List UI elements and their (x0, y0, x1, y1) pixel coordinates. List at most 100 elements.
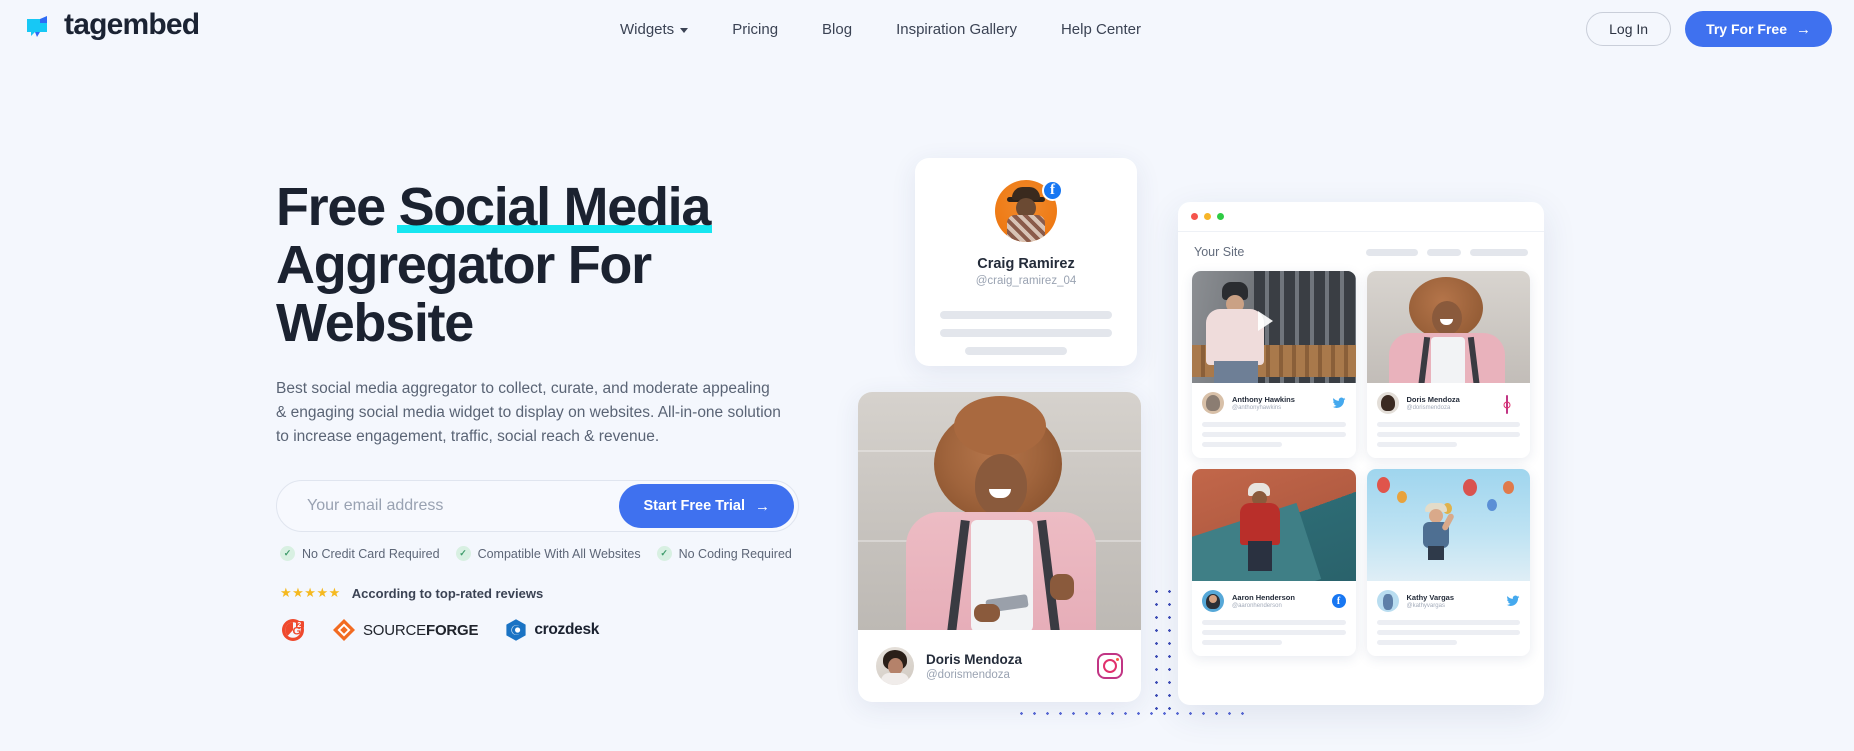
nav-item-widgets[interactable]: Widgets (620, 20, 689, 38)
profile-card: f Craig Ramirez @craig_ramirez_04 (915, 158, 1137, 366)
check-icon: ✓ (280, 546, 295, 561)
hero-content: Free Social Media Aggregator For Website… (276, 178, 816, 643)
post-tile[interactable]: Doris Mendoza @dorismendoza (1366, 271, 1530, 458)
site-header-mock: Your Site (1178, 232, 1544, 267)
post-author-name: Doris Mendoza (1406, 395, 1460, 404)
facebook-icon: f (1042, 180, 1063, 201)
arrow-right-icon: → (1796, 20, 1811, 38)
nav-skeleton-group (1366, 248, 1528, 256)
post-tile[interactable]: Aaron Henderson @aaronhenderson f (1192, 469, 1356, 656)
feature-list: ✓ No Credit Card Required ✓ Compatible W… (276, 546, 816, 561)
dot-grid-decoration-horizontal (1015, 707, 1245, 721)
browser-title-bar (1178, 202, 1544, 232)
nav-item-label: Help Center (1060, 20, 1142, 38)
post-image (1366, 469, 1530, 581)
skeleton-line (1202, 432, 1346, 437)
page-title: Free Social Media Aggregator For Website (276, 178, 816, 352)
profile-name: Craig Ramirez (977, 256, 1075, 272)
nav-item-inspiration-gallery[interactable]: Inspiration Gallery (896, 21, 1017, 38)
skeleton-line (1376, 620, 1520, 625)
skeleton-line (1202, 442, 1283, 447)
avatar: f (995, 180, 1063, 242)
skeleton-line (1202, 620, 1346, 625)
profile-handle: @craig_ramirez_04 (975, 275, 1077, 287)
site-title: Your Site (1194, 245, 1245, 259)
g2-logo-icon[interactable]: G 2 (280, 617, 306, 643)
check-icon: ✓ (455, 546, 471, 561)
feature-compatible-websites: ✓ Compatible With All Websites (455, 546, 641, 561)
skeleton-line (1202, 640, 1283, 645)
facebook-icon: f (1331, 594, 1346, 608)
avatar (1202, 590, 1224, 612)
post-tile[interactable]: Kathy Vargas @kathyvargas (1366, 469, 1530, 656)
skeleton-line (1202, 630, 1346, 635)
sourceforge-logo-text: SOURCEFORGE (363, 621, 479, 639)
crozdesk-logo-text: crozdesk (534, 621, 600, 638)
post-tile[interactable]: Anthony Hawkins @anthonyhawkins (1192, 271, 1356, 458)
crozdesk-logo-icon[interactable]: crozdesk (504, 618, 599, 642)
twitter-icon (1332, 396, 1346, 410)
post-author-name: Anthony Hawkins (1232, 395, 1295, 404)
post-author-handle: @aaronhenderson (1232, 603, 1282, 609)
hero-subtitle: Best social media aggregator to collect,… (276, 380, 781, 445)
post-grid: Anthony Hawkins @anthonyhawkins Doris Me… (1178, 267, 1544, 670)
reviews-label: According to top-rated reviews (351, 585, 544, 601)
avatar (1202, 392, 1224, 414)
feature-label: Compatible With All Websites (477, 546, 641, 561)
start-free-trial-button[interactable]: Start Free Trial → (619, 484, 794, 528)
chevron-down-icon (680, 27, 689, 33)
feature-no-credit-card: ✓ No Credit Card Required (280, 546, 440, 561)
skeleton-line (1202, 422, 1346, 427)
window-close-icon[interactable] (1191, 213, 1198, 220)
login-button[interactable]: Log In (1586, 12, 1672, 46)
skeleton-line (1376, 630, 1520, 635)
arrow-right-icon: → (755, 497, 770, 515)
skeleton-line (940, 311, 1112, 319)
try-for-free-button[interactable]: Try For Free → (1685, 11, 1832, 47)
main-navigation: Widgets Pricing Blog Inspiration Gallery… (620, 0, 1141, 58)
sourceforge-logo-icon[interactable]: SOURCEFORGE (332, 618, 479, 642)
avatar (1376, 590, 1399, 612)
avatar (1376, 392, 1399, 414)
skeleton-line (1366, 248, 1418, 256)
brand-name: tagembed (64, 8, 200, 41)
post-author-name: Kathy Vargas (1406, 593, 1455, 602)
post-author-handle: @anthonyhawkins (1232, 405, 1282, 411)
avatar (876, 647, 914, 685)
nav-item-blog[interactable]: Blog (822, 21, 852, 38)
window-minimize-icon[interactable] (1204, 213, 1211, 220)
instagram-icon (1097, 653, 1123, 679)
post-author-handle: @dorismendoza (1406, 405, 1451, 411)
skeleton-line (1376, 422, 1520, 427)
skeleton-line (1470, 248, 1528, 256)
nav-item-label: Widgets (620, 20, 675, 38)
skeleton-line (1427, 248, 1461, 256)
post-photo (858, 392, 1141, 630)
header-actions: Log In Try For Free → (1586, 11, 1832, 47)
nav-item-pricing[interactable]: Pricing (732, 21, 778, 38)
nav-item-label: Blog (822, 20, 853, 38)
post-author-handle: @kathyvargas (1406, 603, 1445, 609)
post-image (1192, 469, 1356, 581)
nav-item-help-center[interactable]: Help Center (1061, 21, 1141, 38)
start-free-trial-label: Start Free Trial (643, 498, 745, 514)
title-highlight: Social Media (398, 177, 712, 237)
brand-logo[interactable]: tagembed (24, 8, 200, 42)
window-maximize-icon[interactable] (1217, 213, 1224, 220)
post-image (1192, 271, 1356, 383)
email-field[interactable] (277, 497, 620, 515)
nav-item-label: Inspiration Gallery (896, 20, 1017, 38)
post-author-handle: @dorismendoza (926, 668, 1010, 681)
skeleton-line (1376, 640, 1457, 645)
signup-form: Start Free Trial → (276, 480, 799, 532)
play-icon[interactable] (1258, 311, 1273, 331)
skeleton-line (1376, 432, 1520, 437)
browser-mockup: Your Site Anthony Hawkins @anthonyhawkin… (1178, 202, 1544, 705)
skeleton-line (940, 329, 1112, 337)
review-logos: G 2 SOURCEFORGE crozdesk (276, 617, 816, 643)
post-author-name: Aaron Henderson (1232, 593, 1295, 602)
instagram-icon (1506, 395, 1520, 414)
post-image (1366, 271, 1530, 383)
site-header: tagembed Widgets Pricing Blog Inspiratio… (0, 0, 1854, 58)
skeleton-line (965, 347, 1067, 355)
